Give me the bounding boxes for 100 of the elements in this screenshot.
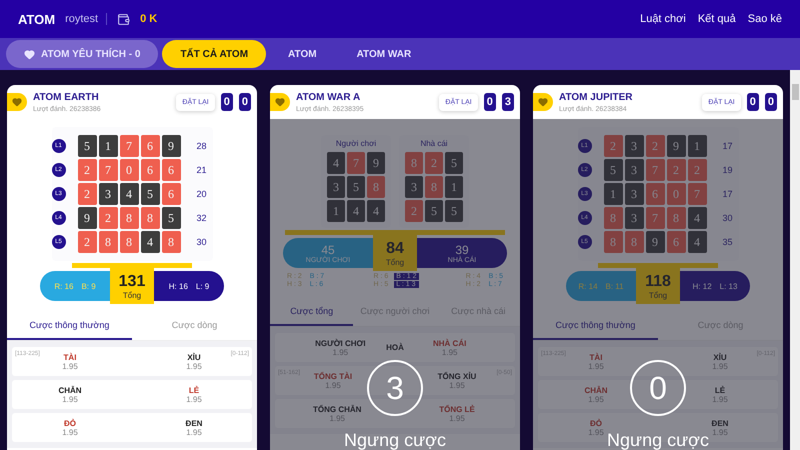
number-tile: 7 <box>646 207 664 229</box>
total-label: Tổng <box>648 290 668 300</box>
line-sum: 19 <box>721 165 734 175</box>
number-tile: 2 <box>78 231 96 253</box>
stat-text: L: 13 <box>720 282 738 290</box>
number-tile: 8 <box>367 176 385 198</box>
category-tab[interactable]: TẤT CẢ ATOM <box>162 40 266 68</box>
bet-name: TÀI <box>64 352 76 362</box>
betting-closed-text: Ngưng cược <box>344 430 446 450</box>
number-tile: 3 <box>624 183 644 205</box>
number-tile: 4 <box>688 207 706 229</box>
username: roytest <box>65 13 108 25</box>
number-tile: 1 <box>688 135 706 157</box>
number-tile: 1 <box>604 183 622 205</box>
bet-option[interactable]: CHẴN 1.95 <box>50 380 90 409</box>
bet-name: CHẴN <box>584 386 608 394</box>
number-tile: 3 <box>624 207 644 229</box>
banker-score: 39 <box>455 242 469 256</box>
number-tile: 1 <box>445 176 463 198</box>
nav-link[interactable]: Sao kê <box>748 13 782 25</box>
line-sum: 32 <box>195 213 208 223</box>
game-title: ATOM EARTH <box>33 92 100 102</box>
bet-name: CHẴN <box>58 386 82 394</box>
category-tab[interactable]: ATOM <box>270 40 335 68</box>
logo: ATOM <box>18 12 56 26</box>
bet-option[interactable]: ĐEN 1.95 <box>174 413 214 442</box>
bet-option[interactable]: LẺ 1.95 <box>174 380 214 409</box>
bet-name: ĐEN <box>712 418 728 428</box>
number-tile: 6 <box>162 183 180 205</box>
number-tile: 6 <box>140 135 160 157</box>
bet-name: NHÀ CÁI <box>433 338 466 348</box>
number-tile: 6 <box>162 159 180 181</box>
number-tile: 4 <box>367 200 385 222</box>
favorite-button[interactable] <box>7 93 27 111</box>
score-digit: 0 <box>220 93 233 111</box>
favorite-button[interactable] <box>270 93 290 111</box>
number-tile: 5 <box>78 135 96 157</box>
betting-closed-text: Ngưng cược <box>607 430 709 450</box>
number-tile: 0 <box>666 183 686 205</box>
category-tab[interactable]: ATOM WAR <box>338 40 430 68</box>
number-tile: 3 <box>624 135 644 157</box>
bet-option[interactable]: XỈU 1.95 <box>174 347 214 376</box>
stat-text: L: 9 <box>196 282 210 290</box>
number-tile: 5 <box>140 183 160 205</box>
stat-text: B: 9 <box>81 282 96 290</box>
countdown: 0 <box>630 360 686 416</box>
line-sum: 17 <box>721 189 734 199</box>
number-tile: 4 <box>120 183 138 205</box>
number-tile: 8 <box>425 176 443 198</box>
stat-text: R: 16 <box>54 282 74 290</box>
bet-odds: 1.95 <box>186 362 202 370</box>
game-title: ATOM WAR A <box>296 92 362 102</box>
number-tile: 7 <box>120 135 138 157</box>
number-tile: 8 <box>120 231 138 253</box>
number-tile: 9 <box>367 152 385 174</box>
number-tile: 8 <box>604 231 622 253</box>
nav-link[interactable]: Kết quả <box>698 13 736 25</box>
bet-name: HOÀ <box>386 343 404 352</box>
nav-link[interactable]: Luật chơi <box>640 13 686 25</box>
number-tile: 2 <box>98 207 118 229</box>
heart-icon <box>538 97 548 107</box>
favorite-button[interactable] <box>533 93 553 111</box>
number-tile: 8 <box>98 231 118 253</box>
total-value: 131 <box>118 272 146 290</box>
line-sum: 21 <box>195 165 208 175</box>
stat-text: H: 16 <box>168 282 188 290</box>
number-tile: 8 <box>162 231 180 253</box>
number-tile: 2 <box>666 159 686 181</box>
number-tile: 2 <box>78 183 96 205</box>
bet-odds: 1.95 <box>186 394 202 404</box>
bet-name: TỔNG TÀI <box>314 372 352 380</box>
bet-name: LẺ <box>188 386 200 394</box>
number-tile: 5 <box>347 176 365 198</box>
number-tile: 9 <box>646 231 664 253</box>
hand-title: Người chơi <box>336 139 376 148</box>
bet-name: LẺ <box>714 386 726 394</box>
wallet-icon <box>117 12 130 26</box>
number-tile: 5 <box>162 207 180 229</box>
number-tile: 3 <box>405 176 423 198</box>
bet-tab[interactable]: Cược dòng <box>132 312 257 340</box>
category-tab[interactable]: ATOM YÊU THÍCH - 0 <box>6 40 158 68</box>
number-tile: 8 <box>604 207 622 229</box>
number-tile: 3 <box>98 183 118 205</box>
bet-option[interactable]: TÀI 1.95 <box>50 347 90 376</box>
number-tile: 6 <box>666 231 686 253</box>
game-title: ATOM JUPITER <box>559 92 634 102</box>
number-tile: 9 <box>162 135 180 157</box>
bet-option[interactable]: HOÀ <box>368 333 422 362</box>
number-tile: 0 <box>120 159 138 181</box>
bet-name: XỈU <box>713 352 727 362</box>
countdown: 3 <box>367 360 423 416</box>
heart-icon <box>12 97 22 107</box>
score-digit: 0 <box>746 93 759 111</box>
number-tile: 6 <box>140 159 160 181</box>
bet-name: TỔNG LẺ <box>439 404 475 414</box>
bet-option[interactable]: ĐỎ 1.95 <box>50 413 90 442</box>
number-tile: 2 <box>425 152 443 174</box>
score-digit: 0 <box>484 93 496 111</box>
number-tile: 9 <box>78 207 96 229</box>
scrollbar[interactable] <box>790 70 800 450</box>
